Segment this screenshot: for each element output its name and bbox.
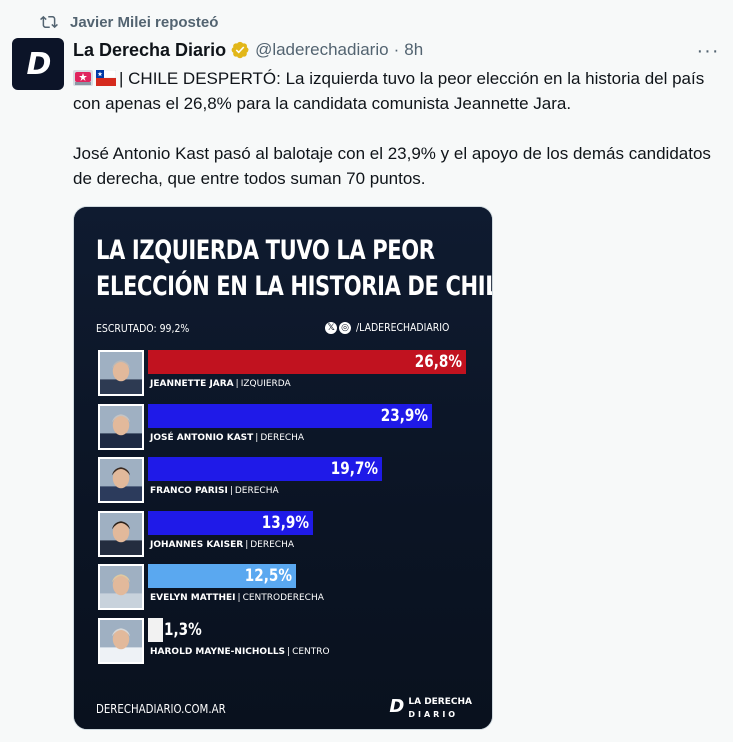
- footer-logo: D LA DERECHA DIARIO: [389, 694, 472, 719]
- post-text: | CHILE DESPERTÓ: La izquierda tuvo la p…: [73, 66, 723, 216]
- verified-badge-icon[interactable]: [230, 40, 250, 60]
- candidate-party: IZQUIERDA: [240, 379, 291, 389]
- siren-icon: [73, 70, 93, 86]
- candidate-row: 19,7% FRANCO PARISI | DERECHA: [98, 457, 473, 505]
- candidate-row: 26,8% JEANNETTE JARA | IZQUIERDA: [98, 350, 473, 398]
- portrait-icon: [100, 459, 142, 501]
- instagram-icon: ◎: [339, 321, 352, 334]
- title-line-2: ELECCIÓN EN LA HISTORIA DE CHILE: [96, 271, 493, 302]
- social-handles: 𝕏 ◎ /LADERECHADIARIO: [325, 321, 466, 334]
- candidate-party: DERECHA: [250, 539, 294, 550]
- vote-percentage: 13,9%: [261, 512, 309, 533]
- chile-flag-icon: [96, 70, 116, 86]
- candidate-photo: [98, 457, 144, 503]
- portrait-icon: [100, 619, 142, 662]
- repost-indicator: Javier Milei reposteó: [40, 12, 218, 32]
- repost-label[interactable]: Javier Milei reposteó: [70, 14, 218, 31]
- label-separator: |: [245, 539, 249, 550]
- portrait-icon: [100, 352, 142, 394]
- candidate-label: JOSÉ ANTONIO KAST | DERECHA: [150, 433, 304, 443]
- candidate-photo: [98, 403, 144, 450]
- candidate-row: 23,9% JOSÉ ANTONIO KAST | DERECHA: [98, 403, 473, 452]
- candidate-row: 1,3% HAROLD MAYNE-NICHOLLS | CENTRO: [98, 617, 473, 666]
- author-avatar[interactable]: D: [12, 38, 64, 90]
- candidate-photo: [98, 350, 144, 396]
- vote-percentage: 26,8%: [414, 352, 462, 372]
- candidate-party: CENTRO: [292, 646, 330, 657]
- author-handle[interactable]: @laderechadiario: [255, 40, 389, 60]
- post-paragraph-2: José Antonio Kast pasó al balotaje con e…: [73, 144, 711, 188]
- candidate-name: EVELYN MATTHEI: [150, 593, 236, 603]
- scrutiny-label: ESCRUTADO: 99,2%: [96, 322, 190, 335]
- footer-logo-line-1: LA DERECHA: [408, 697, 472, 707]
- candidate-name: FRANCO PARISI: [150, 486, 228, 496]
- post-line-1: | CHILE DESPERTÓ: La izquierda tuvo la p…: [73, 69, 705, 113]
- portrait-icon: [100, 405, 142, 448]
- title-line-1: LA IZQUIERDA TUVO LA PEOR: [96, 235, 435, 266]
- candidate-photo: [98, 617, 144, 664]
- candidate-photo: [98, 510, 144, 557]
- vote-bar: [148, 617, 163, 642]
- author-name[interactable]: La Derecha Diario: [73, 40, 226, 61]
- footer-logo-glyph: D: [389, 696, 405, 717]
- candidate-name: JOSÉ ANTONIO KAST: [150, 432, 254, 443]
- candidate-party: CENTRODERECHA: [242, 593, 324, 603]
- candidate-label: HAROLD MAYNE-NICHOLLS | CENTRO: [150, 647, 330, 657]
- post-header: La Derecha Diario @laderechadiario · 8h: [73, 38, 423, 62]
- vote-percentage: 1,3%: [164, 619, 202, 640]
- avatar-logo: D: [26, 46, 52, 82]
- post-time[interactable]: 8h: [404, 40, 423, 60]
- repost-icon: [40, 15, 58, 29]
- candidate-party: DERECHA: [260, 432, 305, 443]
- post-paragraph-1: | CHILE DESPERTÓ: La izquierda tuvo la p…: [73, 66, 723, 116]
- label-separator: |: [237, 593, 241, 603]
- label-separator: |: [287, 646, 291, 657]
- label-separator: |: [229, 486, 233, 496]
- footer-logo-line-2: DIARIO: [408, 710, 459, 719]
- separator-dot: ·: [393, 40, 400, 59]
- label-separator: |: [255, 432, 259, 443]
- footer-logo-words: LA DERECHA DIARIO: [408, 694, 472, 720]
- social-handle-label: /LADERECHADIARIO: [356, 321, 450, 334]
- post-image[interactable]: LA IZQUIERDA TUVO LA PEOR ELECCIÓN EN LA…: [73, 206, 493, 730]
- portrait-icon: [100, 566, 142, 608]
- candidate-name: HAROLD MAYNE-NICHOLLS: [150, 646, 286, 657]
- label-separator: |: [235, 379, 239, 389]
- candidate-label: JOHANNES KAISER | DERECHA: [150, 540, 294, 550]
- infographic-title: LA IZQUIERDA TUVO LA PEOR ELECCIÓN EN LA…: [96, 233, 493, 305]
- candidate-name: JEANNETTE JARA: [150, 379, 234, 389]
- portrait-icon: [100, 512, 142, 555]
- vote-percentage: 23,9%: [380, 405, 428, 426]
- x-logo-icon: 𝕏: [325, 321, 338, 334]
- vote-percentage: 19,7%: [330, 459, 378, 479]
- candidate-label: JEANNETTE JARA | IZQUIERDA: [150, 379, 291, 389]
- more-options-icon[interactable]: ···: [697, 40, 719, 62]
- vote-percentage: 12,5%: [244, 566, 292, 586]
- candidate-row: 12,5% EVELYN MATTHEI | CENTRODERECHA: [98, 564, 473, 612]
- candidate-label: EVELYN MATTHEI | CENTRODERECHA: [150, 593, 324, 603]
- candidate-row: 13,9% JOHANNES KAISER | DERECHA: [98, 510, 473, 559]
- candidate-name: JOHANNES KAISER: [150, 539, 244, 550]
- candidate-label: FRANCO PARISI | DERECHA: [150, 486, 279, 496]
- footer-url: DERECHADIARIO.COM.AR: [96, 702, 226, 716]
- candidate-party: DERECHA: [234, 486, 279, 496]
- candidate-photo: [98, 564, 144, 610]
